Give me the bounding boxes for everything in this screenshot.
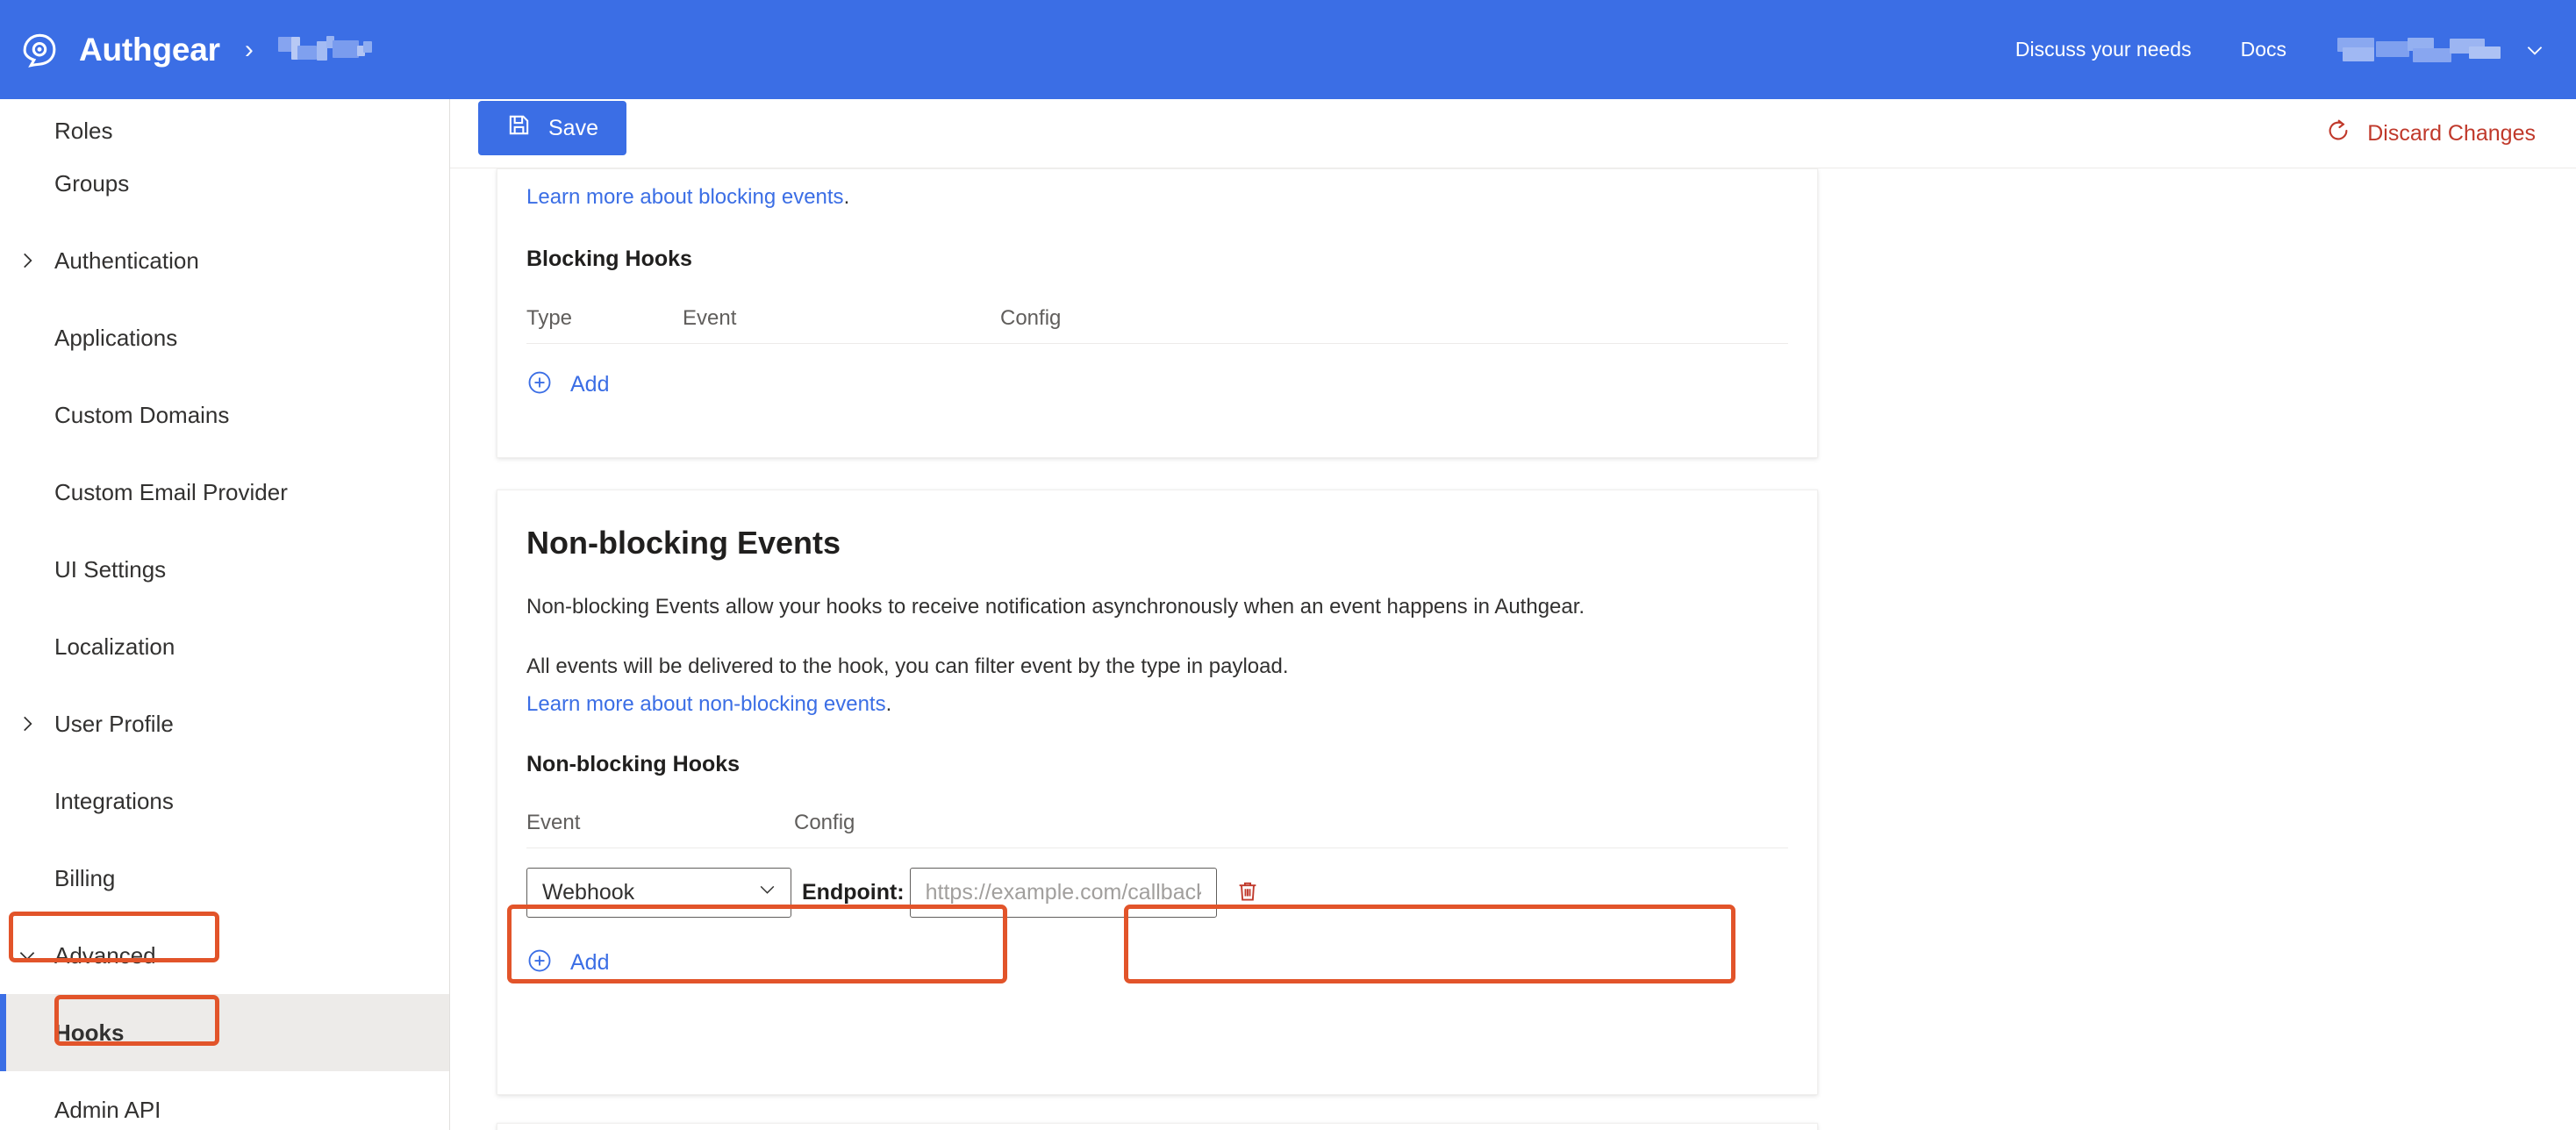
chevron-right-icon[interactable] (16, 249, 39, 272)
discard-changes-button[interactable]: Discard Changes (2316, 111, 2544, 157)
discard-refresh-icon (2325, 118, 2351, 150)
breadcrumb-chevron-icon: › (244, 34, 254, 64)
authgear-logo-icon[interactable] (19, 30, 60, 70)
column-header-event: Event (683, 306, 737, 330)
non-blocking-hooks-table-header: Event Config (526, 811, 1788, 848)
chevron-down-icon[interactable] (2523, 39, 2546, 61)
sidebar-item-billing[interactable]: Billing (0, 840, 449, 917)
sidebar-item-groups[interactable]: Groups (0, 145, 449, 222)
non-blocking-paragraph-1: Non-blocking Events allow your hooks to … (526, 595, 1585, 619)
circle-plus-icon (526, 369, 553, 400)
user-menu[interactable] (2311, 35, 2546, 65)
blocking-hooks-heading: Blocking Hooks (526, 247, 692, 271)
sidebar-item-advanced[interactable]: Advanced (0, 917, 449, 994)
sidebar-item-label: Admin API (54, 1096, 161, 1123)
column-header-type: Type (526, 306, 573, 330)
sidebar-item-label: Billing (54, 864, 116, 891)
column-header-config: Config (794, 810, 855, 834)
sidebar-item-label: Custom Domains (54, 401, 230, 428)
non-blocking-events-card: Non-blocking Events Non-blocking Events … (497, 490, 1818, 1095)
sidebar-item-authentication[interactable]: Authentication (0, 222, 449, 299)
sidebar-item-label: Advanced (54, 941, 156, 969)
endpoint-input[interactable] (909, 867, 1217, 918)
sidebar-item-label: Roles (54, 118, 113, 144)
blocking-card-inner: Learn more about blocking events. Blocki… (497, 169, 1817, 400)
non-blocking-events-title: Non-blocking Events (526, 525, 841, 561)
next-section-card (497, 1123, 1818, 1130)
trash-delete-icon (1234, 878, 1261, 907)
command-bar: Save Discard Changes (450, 99, 2576, 168)
chevron-down-icon[interactable] (756, 878, 778, 906)
non-blocking-hooks-add-button[interactable]: Add (526, 948, 609, 978)
sidebar-item-localization[interactable]: Localization (0, 608, 449, 685)
sidebar-item-label: Custom Email Provider (54, 478, 288, 505)
period: . (885, 691, 892, 716)
sidebar-item-label: Hooks (54, 1019, 125, 1046)
non-blocking-paragraph-2: All events will be delivered to the hook… (526, 654, 1289, 679)
brand-name[interactable]: Authgear (79, 32, 220, 68)
chevron-down-icon[interactable] (16, 944, 39, 967)
add-label: Add (570, 949, 610, 975)
sidebar-item-label: Groups (54, 169, 130, 197)
column-header-event: Event (526, 810, 581, 834)
sidebar-item-label: Applications (54, 324, 178, 351)
event-type-value: Webhook (542, 879, 635, 905)
breadcrumb-project-redacted[interactable] (277, 33, 387, 67)
sidebar-item-user-profile[interactable]: User Profile (0, 685, 449, 762)
sidebar-item-custom-email-provider[interactable]: Custom Email Provider (0, 454, 449, 531)
sidebar-item-custom-domains[interactable]: Custom Domains (0, 376, 449, 454)
sidebar-item-hooks[interactable]: Hooks (0, 994, 449, 1071)
circle-plus-icon (526, 948, 553, 978)
non-blocking-card-inner: Non-blocking Events Non-blocking Events … (497, 490, 1817, 978)
sidebar-item-label: UI Settings (54, 555, 167, 583)
save-button-label: Save (548, 115, 598, 140)
top-bar-actions: Discuss your needs Docs (1991, 35, 2546, 65)
discuss-your-needs-link[interactable]: Discuss your needs (1991, 38, 2216, 61)
sidebar-item-integrations[interactable]: Integrations (0, 762, 449, 840)
delete-hook-button[interactable] (1229, 873, 1266, 912)
blocking-hooks-add-button[interactable]: Add (526, 369, 609, 400)
endpoint-label: Endpoint: (802, 879, 905, 905)
table-row: Webhook Endpoint: (526, 867, 1788, 918)
save-button[interactable]: Save (478, 101, 626, 155)
blocking-hooks-table-header: Type Event Config (526, 306, 1788, 344)
non-blocking-learn-more-line: Learn more about non-blocking events. (526, 692, 1788, 717)
brand-breadcrumb-group: Authgear › (19, 30, 387, 70)
sidebar-navigation: Roles Groups Authentication Applications… (0, 99, 450, 1130)
event-type-select[interactable]: Webhook (526, 867, 791, 918)
discard-changes-label: Discard Changes (2367, 120, 2536, 146)
non-blocking-hooks-heading: Non-blocking Hooks (526, 751, 741, 776)
save-floppy-disk-icon (506, 112, 532, 144)
user-name-redacted (2337, 35, 2502, 65)
sidebar-item-ui-settings[interactable]: UI Settings (0, 531, 449, 608)
add-label: Add (570, 372, 610, 397)
learn-more-blocking-events-link[interactable]: Learn more about blocking events (526, 185, 844, 209)
sidebar-item-label: Localization (54, 633, 175, 660)
sidebar-item-admin-api[interactable]: Admin API (0, 1071, 449, 1130)
learn-more-non-blocking-events-link[interactable]: Learn more about non-blocking events (526, 692, 886, 716)
main-content: Learn more about blocking events. Blocki… (450, 168, 2576, 1130)
sidebar-item-roles[interactable]: Roles (0, 99, 449, 145)
docs-link[interactable]: Docs (2216, 38, 2311, 61)
column-header-config: Config (1000, 306, 1062, 330)
sidebar-item-label: Authentication (54, 247, 199, 274)
top-bar: Authgear › Discuss your needs Docs (0, 0, 2576, 99)
chevron-right-icon[interactable] (16, 712, 39, 735)
period: . (843, 185, 850, 209)
sidebar-item-label: Integrations (54, 787, 174, 814)
blocking-events-card: Learn more about blocking events. Blocki… (497, 168, 1818, 458)
sidebar-item-label: User Profile (54, 710, 174, 737)
blocking-learn-more-line: Learn more about blocking events. (526, 169, 1788, 210)
sidebar-item-applications[interactable]: Applications (0, 299, 449, 376)
